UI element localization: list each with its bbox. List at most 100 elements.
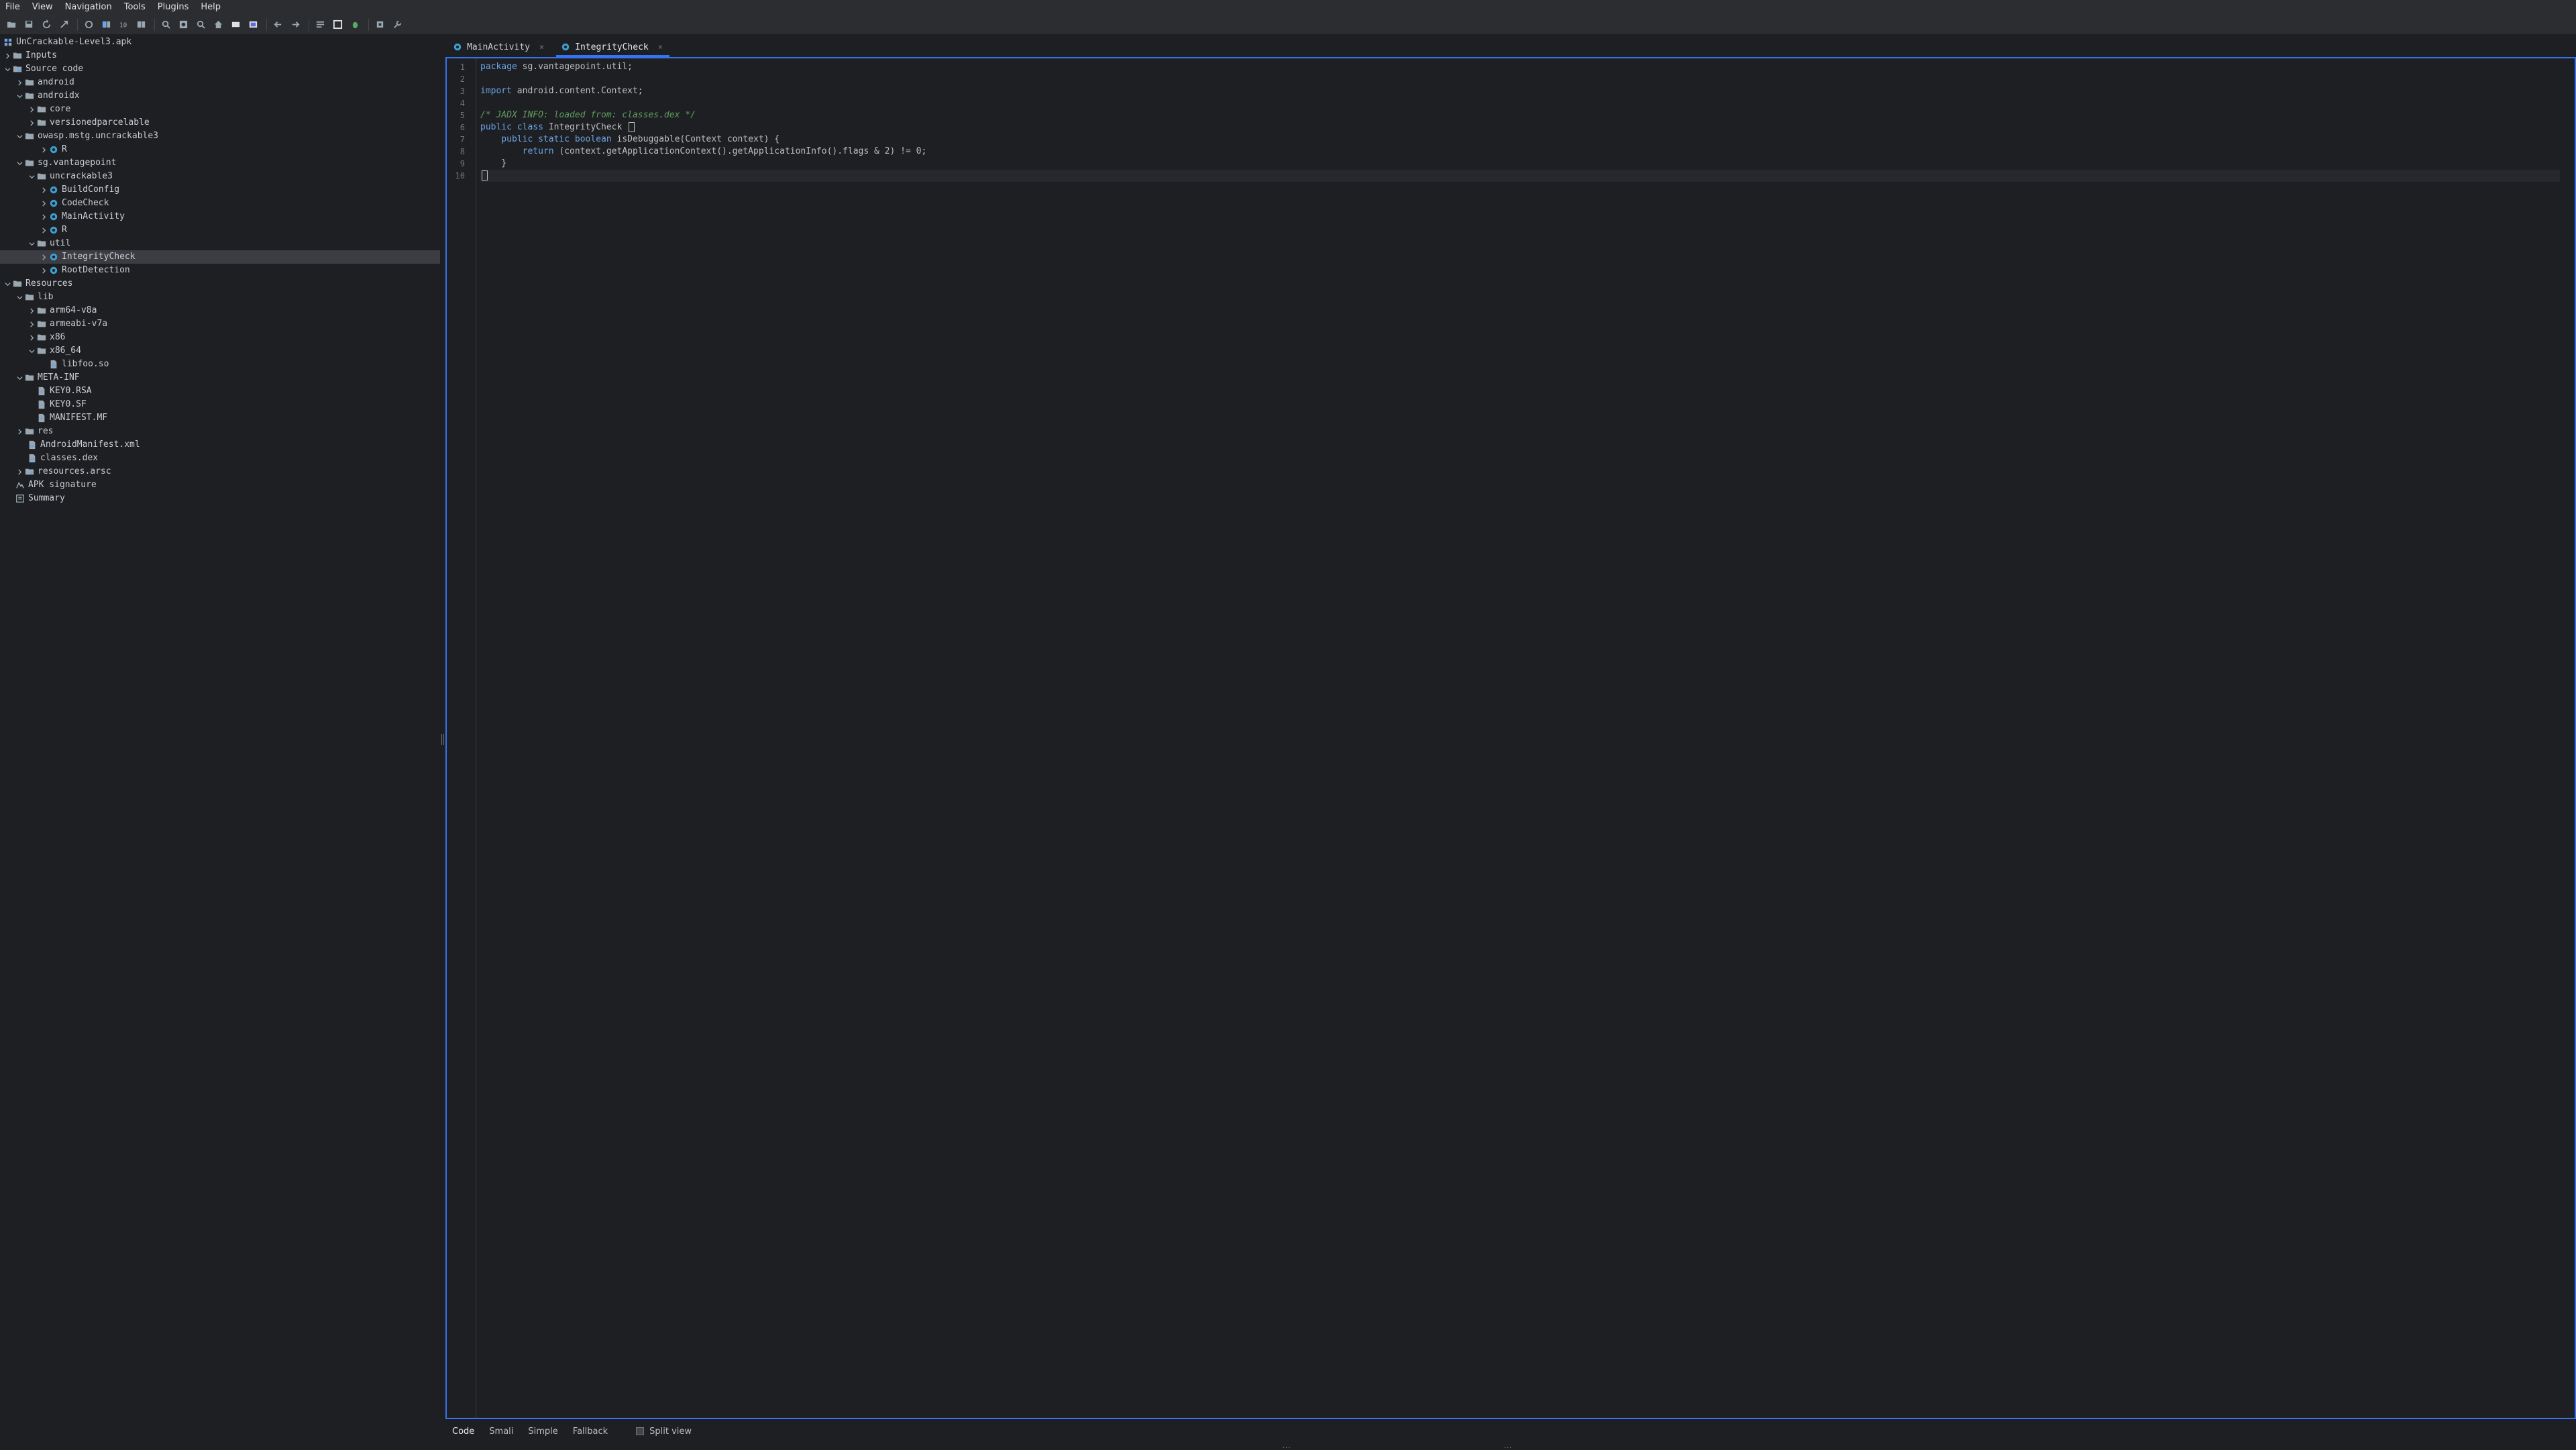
chevron-right-icon[interactable] bbox=[15, 425, 24, 438]
tree-item-lib[interactable]: lib bbox=[0, 291, 440, 304]
menu-tools[interactable]: Tools bbox=[124, 0, 146, 15]
refresh-icon[interactable] bbox=[39, 17, 54, 32]
tree-item-classes-dex[interactable]: classes.dex bbox=[0, 452, 440, 465]
tree-item-libfoo[interactable]: libfoo.so bbox=[0, 358, 440, 371]
box-icon[interactable] bbox=[228, 17, 243, 32]
chevron-right-icon[interactable] bbox=[39, 223, 48, 237]
wrench-icon[interactable] bbox=[390, 17, 405, 32]
menu-file[interactable]: File bbox=[5, 0, 20, 15]
tree-item-owasp-r[interactable]: R bbox=[0, 143, 440, 156]
chevron-right-icon[interactable] bbox=[39, 183, 48, 197]
chevron-right-icon[interactable] bbox=[39, 143, 48, 156]
chevron-right-icon[interactable] bbox=[39, 250, 48, 264]
sync-icon[interactable] bbox=[81, 17, 96, 32]
open-file-icon[interactable] bbox=[4, 17, 19, 32]
settings-box-icon[interactable] bbox=[372, 17, 387, 32]
tree-item-x86-64[interactable]: x86_64 bbox=[0, 344, 440, 358]
tab-mainactivity[interactable]: MainActivity × bbox=[445, 37, 553, 57]
chevron-down-icon[interactable] bbox=[3, 277, 12, 291]
tree-item-apk-root[interactable]: UnCrackable-Level3.apk bbox=[0, 36, 440, 49]
tree-item-util[interactable]: util bbox=[0, 237, 440, 250]
chevron-right-icon[interactable] bbox=[39, 264, 48, 277]
chevron-down-icon[interactable] bbox=[15, 89, 24, 103]
tree-item-key-sf[interactable]: KEY0.SF bbox=[0, 398, 440, 411]
tree-item-core[interactable]: core bbox=[0, 103, 440, 116]
tab-code[interactable]: Code bbox=[452, 1427, 474, 1437]
chevron-down-icon[interactable] bbox=[3, 62, 12, 76]
tree-item-android[interactable]: android bbox=[0, 76, 440, 89]
menu-view[interactable]: View bbox=[32, 0, 53, 15]
tree-item-buildconfig[interactable]: BuildConfig bbox=[0, 183, 440, 197]
tree-item-armeabi[interactable]: armeabi-v7a bbox=[0, 317, 440, 331]
menu-plugins[interactable]: Plugins bbox=[158, 0, 189, 15]
split-view-toggle[interactable]: Split view bbox=[636, 1427, 692, 1437]
tree-item-resources[interactable]: Resources bbox=[0, 277, 440, 291]
tree-item-key-rsa[interactable]: KEY0.RSA bbox=[0, 384, 440, 398]
chevron-right-icon[interactable] bbox=[27, 116, 36, 130]
tree-item-rootdetection[interactable]: RootDetection bbox=[0, 264, 440, 277]
search-icon[interactable] bbox=[158, 17, 173, 32]
box-alt-icon[interactable] bbox=[246, 17, 260, 32]
split-view-checkbox[interactable] bbox=[636, 1427, 645, 1435]
layout-icon[interactable] bbox=[330, 17, 345, 32]
tab-fallback[interactable]: Fallback bbox=[573, 1427, 608, 1437]
run-icon[interactable]: 10 bbox=[116, 17, 131, 32]
chevron-right-icon[interactable] bbox=[27, 317, 36, 331]
tree-item-codecheck[interactable]: CodeCheck bbox=[0, 197, 440, 210]
chevron-down-icon[interactable] bbox=[27, 344, 36, 358]
chevron-right-icon[interactable] bbox=[39, 210, 48, 223]
tree-item-owasp[interactable]: owasp.mstg.uncrackable3 bbox=[0, 130, 440, 143]
chevron-right-icon[interactable] bbox=[15, 76, 24, 89]
tree-item-versionedparcelable[interactable]: versionedparcelable bbox=[0, 116, 440, 130]
close-icon[interactable]: × bbox=[658, 42, 663, 52]
resize-handle-dots[interactable]: ... bbox=[1283, 1443, 1291, 1450]
code-editor[interactable]: 1 2 3 4 5 6 7 8 9 10 package sg.vantagep… bbox=[445, 57, 2576, 1419]
tree-item-mainactivity[interactable]: MainActivity bbox=[0, 210, 440, 223]
tree-item-x86[interactable]: x86 bbox=[0, 331, 440, 344]
search-class-icon[interactable] bbox=[176, 17, 191, 32]
chevron-down-icon[interactable] bbox=[15, 156, 24, 170]
search-usage-icon[interactable] bbox=[193, 17, 208, 32]
save-all-icon[interactable] bbox=[21, 17, 36, 32]
tree-item-manifest-mf[interactable]: MANIFEST.MF bbox=[0, 411, 440, 425]
chevron-right-icon[interactable] bbox=[27, 103, 36, 116]
tree-item-source-code[interactable]: Source code bbox=[0, 62, 440, 76]
tree-item-meta-inf[interactable]: META-INF bbox=[0, 371, 440, 384]
export-icon[interactable] bbox=[56, 17, 71, 32]
resize-handle-dots[interactable]: ... bbox=[1504, 1443, 1513, 1450]
tree-item-res[interactable]: res bbox=[0, 425, 440, 438]
tab-smali[interactable]: Smali bbox=[489, 1427, 513, 1437]
close-icon[interactable]: × bbox=[539, 42, 544, 52]
chevron-down-icon[interactable] bbox=[15, 291, 24, 304]
chevron-right-icon[interactable] bbox=[39, 197, 48, 210]
chevron-right-icon[interactable] bbox=[3, 49, 12, 62]
tab-simple[interactable]: Simple bbox=[528, 1427, 557, 1437]
forward-icon[interactable] bbox=[288, 17, 303, 32]
tree-item-inputs[interactable]: Inputs bbox=[0, 49, 440, 62]
log-icon[interactable] bbox=[313, 17, 327, 32]
home-icon[interactable] bbox=[211, 17, 225, 32]
chevron-right-icon[interactable] bbox=[15, 465, 24, 478]
tree-item-uncrackable3[interactable]: uncrackable3 bbox=[0, 170, 440, 183]
decompile-icon[interactable] bbox=[99, 17, 113, 32]
code-content[interactable]: package sg.vantagepoint.util; import and… bbox=[480, 61, 2560, 182]
tree-item-summary[interactable]: Summary bbox=[0, 492, 440, 505]
chevron-right-icon[interactable] bbox=[27, 331, 36, 344]
tree-item-androidmanifest[interactable]: AndroidManifest.xml bbox=[0, 438, 440, 452]
tree-item-sg-vantagepoint[interactable]: sg.vantagepoint bbox=[0, 156, 440, 170]
chevron-down-icon[interactable] bbox=[27, 170, 36, 183]
tree-item-arm64[interactable]: arm64-v8a bbox=[0, 304, 440, 317]
chevron-down-icon[interactable] bbox=[15, 130, 24, 143]
chevron-right-icon[interactable] bbox=[27, 304, 36, 317]
menu-navigation[interactable]: Navigation bbox=[65, 0, 112, 15]
tree-item-uncrackable-r[interactable]: R bbox=[0, 223, 440, 237]
menu-help[interactable]: Help bbox=[201, 0, 221, 15]
tree-item-resources-arsc[interactable]: resources.arsc bbox=[0, 465, 440, 478]
splitter-grip[interactable] bbox=[441, 734, 444, 745]
tree-item-androidx[interactable]: androidx bbox=[0, 89, 440, 103]
split-icon[interactable] bbox=[133, 17, 148, 32]
debug-bug-icon[interactable] bbox=[347, 17, 362, 32]
tree-item-integritycheck[interactable]: IntegrityCheck bbox=[0, 250, 440, 264]
chevron-down-icon[interactable] bbox=[15, 371, 24, 384]
tree-item-apk-signature[interactable]: APK signature bbox=[0, 478, 440, 492]
